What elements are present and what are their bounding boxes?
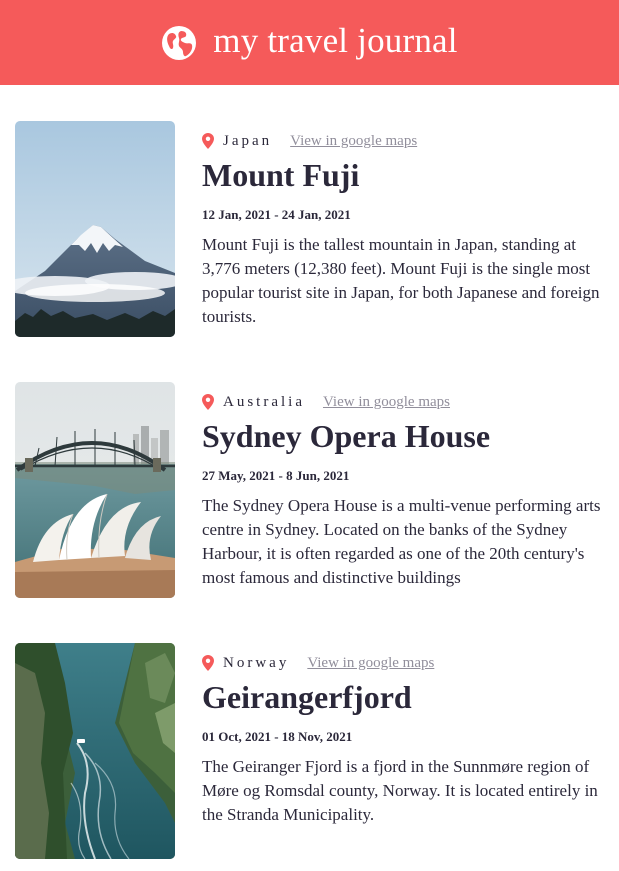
entry-content: Norway View in google maps Geirangerfjor… bbox=[202, 643, 612, 827]
place-title: Mount Fuji bbox=[202, 157, 360, 193]
trip-dates: 01 Oct, 2021 - 18 Nov, 2021 bbox=[202, 729, 353, 744]
location-row: Australia View in google maps bbox=[202, 392, 612, 412]
place-description: Mount Fuji is the tallest mountain in Ja… bbox=[202, 235, 600, 326]
location-pin-icon bbox=[202, 655, 214, 671]
journal-entry: Norway View in google maps Geirangerfjor… bbox=[15, 643, 619, 859]
journal-entries: Japan View in google maps Mount Fuji 12 … bbox=[0, 85, 619, 859]
country-label: Australia bbox=[223, 393, 305, 410]
place-title: Sydney Opera House bbox=[202, 418, 491, 454]
app-title: my travel journal bbox=[213, 20, 458, 60]
country-label: Japan bbox=[223, 132, 273, 149]
journal-entry: Australia View in google maps Sydney Ope… bbox=[15, 382, 619, 598]
country-label: Norway bbox=[223, 654, 290, 671]
journal-entry: Japan View in google maps Mount Fuji 12 … bbox=[15, 121, 619, 337]
google-maps-link[interactable]: View in google maps bbox=[323, 394, 450, 411]
place-description: The Geiranger Fjord is a fjord in the Su… bbox=[202, 757, 598, 824]
location-row: Japan View in google maps bbox=[202, 131, 612, 151]
app-header: my travel journal bbox=[0, 0, 619, 85]
place-title: Geirangerfjord bbox=[202, 679, 412, 715]
sydney-opera-house-photo bbox=[15, 382, 175, 598]
trip-dates: 27 May, 2021 - 8 Jun, 2021 bbox=[202, 468, 350, 483]
entry-content: Australia View in google maps Sydney Ope… bbox=[202, 382, 612, 590]
location-pin-icon bbox=[202, 133, 214, 149]
entry-content: Japan View in google maps Mount Fuji 12 … bbox=[202, 121, 612, 329]
trip-dates: 12 Jan, 2021 - 24 Jan, 2021 bbox=[202, 207, 351, 222]
mount-fuji-photo bbox=[15, 121, 175, 337]
geirangerfjord-photo bbox=[15, 643, 175, 859]
location-row: Norway View in google maps bbox=[202, 653, 612, 673]
location-pin-icon bbox=[202, 394, 214, 410]
place-description: The Sydney Opera House is a multi-venue … bbox=[202, 496, 601, 587]
globe-icon bbox=[162, 25, 197, 60]
google-maps-link[interactable]: View in google maps bbox=[307, 655, 434, 672]
google-maps-link[interactable]: View in google maps bbox=[290, 133, 417, 150]
